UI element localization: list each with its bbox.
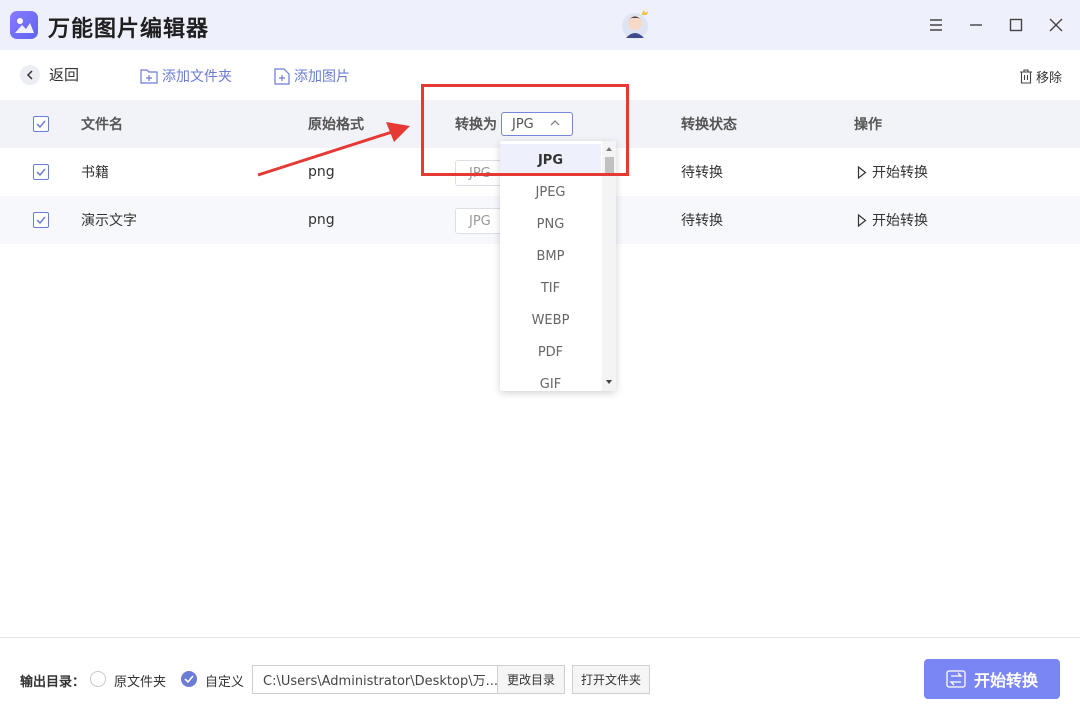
header-action: 操作 — [854, 117, 882, 133]
row-original-format: png — [308, 164, 335, 180]
add-image-icon — [274, 67, 290, 85]
select-all-checkbox[interactable] — [33, 116, 49, 132]
row-start-button[interactable]: 开始转换 — [857, 196, 928, 244]
format-dropdown: JPG JPEG PNG BMP TIF WEBP PDF GIF — [500, 141, 616, 391]
app-logo-icon — [10, 11, 38, 39]
convert-format-value: JPG — [512, 116, 534, 132]
header-filename: 文件名 — [81, 117, 123, 133]
row-original-format: png — [308, 212, 335, 228]
add-folder-icon — [140, 69, 158, 84]
radio-custom-label: 自定义 — [205, 675, 245, 690]
row-start-button[interactable]: 开始转换 — [857, 148, 928, 196]
add-image-label: 添加图片 — [294, 69, 350, 85]
format-option-bmp[interactable]: BMP — [500, 240, 601, 272]
format-option-gif[interactable]: GIF — [500, 368, 601, 392]
row-start-label: 开始转换 — [872, 165, 928, 181]
menu-icon[interactable] — [923, 12, 949, 38]
start-convert-label: 开始转换 — [973, 671, 1038, 690]
change-dir-button[interactable]: 更改目录 — [497, 665, 565, 694]
header-original-format: 原始格式 — [308, 117, 364, 133]
footer: 输出目录： 原文件夹 自定义 C:\Users\Administrator\De… — [0, 638, 1080, 720]
scroll-down-icon[interactable] — [602, 376, 616, 388]
open-folder-button[interactable]: 打开文件夹 — [572, 665, 650, 694]
radio-custom[interactable] — [181, 671, 197, 687]
header-status: 转换状态 — [681, 117, 737, 133]
start-convert-button[interactable]: 开始转换 — [924, 659, 1060, 699]
close-icon[interactable] — [1043, 12, 1069, 38]
format-option-pdf[interactable]: PDF — [500, 336, 601, 368]
format-option-jpg[interactable]: JPG — [500, 144, 601, 176]
output-dir-label: 输出目录： — [20, 675, 86, 690]
back-button[interactable]: 返回 — [20, 64, 79, 85]
row-filename: 书籍 — [81, 165, 109, 181]
format-dropdown-list: JPG JPEG PNG BMP TIF WEBP PDF GIF — [500, 144, 601, 391]
format-option-tif[interactable]: TIF — [500, 272, 601, 304]
header-convert-to: 转换为 — [455, 117, 497, 133]
convert-format-select[interactable]: JPG — [501, 112, 573, 136]
play-icon — [857, 213, 867, 227]
convert-icon — [946, 670, 966, 688]
radio-original-folder[interactable] — [90, 671, 106, 687]
radio-original-folder-label: 原文件夹 — [114, 675, 167, 690]
toolbar: 返回 添加文件夹 添加图片 移除 — [0, 50, 1080, 100]
back-label: 返回 — [49, 66, 80, 84]
remove-button[interactable]: 移除 — [1019, 67, 1062, 86]
row-format-value: JPG — [469, 165, 491, 181]
row-start-label: 开始转换 — [872, 213, 928, 229]
row-status: 待转换 — [681, 213, 723, 229]
format-option-webp[interactable]: WEBP — [500, 304, 601, 336]
app-title: 万能图片编辑器 — [48, 17, 210, 42]
row-checkbox[interactable] — [33, 212, 49, 228]
format-option-png[interactable]: PNG — [500, 208, 601, 240]
title-bar: 万能图片编辑器 — [0, 0, 1080, 50]
scrollbar-thumb[interactable] — [605, 157, 614, 173]
play-icon — [857, 165, 867, 179]
scroll-up-icon[interactable] — [602, 143, 616, 155]
row-checkbox[interactable] — [33, 164, 49, 180]
output-path-field[interactable]: C:\Users\Administrator\Desktop\万... — [252, 665, 498, 694]
row-format-value: JPG — [469, 213, 491, 229]
remove-label: 移除 — [1035, 71, 1062, 86]
add-folder-button[interactable]: 添加文件夹 — [140, 66, 232, 86]
user-avatar-icon[interactable] — [619, 8, 651, 40]
row-filename: 演示文字 — [81, 213, 137, 229]
dropdown-scrollbar[interactable] — [602, 141, 616, 391]
chevron-up-icon — [550, 120, 560, 126]
trash-icon — [1019, 69, 1032, 84]
chevron-left-icon — [20, 64, 40, 85]
row-status: 待转换 — [681, 165, 723, 181]
maximize-icon[interactable] — [1003, 12, 1029, 38]
add-folder-label: 添加文件夹 — [162, 69, 232, 85]
add-image-button[interactable]: 添加图片 — [274, 66, 350, 86]
format-option-jpeg[interactable]: JPEG — [500, 176, 601, 208]
minimize-icon[interactable] — [963, 12, 989, 38]
